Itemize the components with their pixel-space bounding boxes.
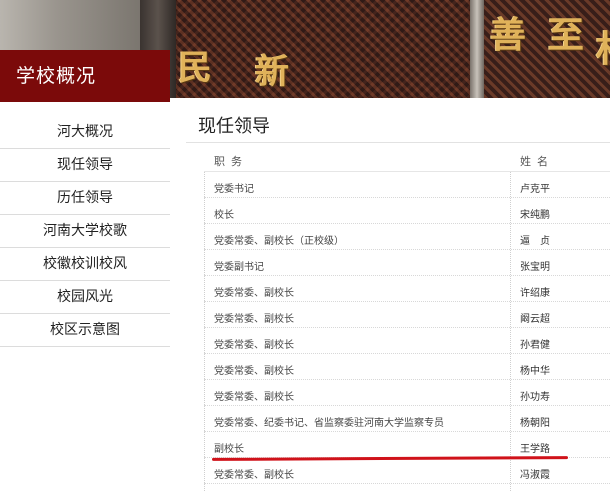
row-position: 党委副书记 (214, 262, 264, 273)
row-position: 党委常委、副校长 (214, 392, 294, 403)
row-position: 党委常委、副校长（正校级） (214, 236, 344, 247)
row-position: 党委常委、副校长 (214, 288, 294, 299)
page-title: 现任领导 (198, 116, 270, 137)
banner-glyph: 民 (178, 48, 212, 88)
column-header-name: 姓名 (520, 155, 554, 168)
row-position: 党委常委、副校长 (214, 366, 294, 377)
row-name: 宋纯鹏 (520, 210, 550, 221)
row-position: 党委书记 (214, 184, 254, 195)
sidebar-nav: 河大概况 现任领导 历任领导 河南大学校歌 校徽校训校风 校园风光 校区示意图 (0, 118, 170, 347)
table-row: 党委常委、副校长 阚云超 (204, 302, 610, 328)
sidebar-item-campus-map[interactable]: 校区示意图 (0, 314, 170, 347)
row-position: 党委常委、副校长 (214, 314, 294, 325)
table-row: 党委副书记 张宝明 (204, 250, 610, 276)
sidebar-item-school-song[interactable]: 河南大学校歌 (0, 215, 170, 248)
table-row: 党委常委、副校长 孙功寿 (204, 380, 610, 406)
sidebar-title: 学校概况 (0, 50, 170, 102)
table-row: 党委常委、副校长 许绍康 (204, 276, 610, 302)
row-name: 张宝明 (520, 262, 550, 273)
table-row: 党委常委、纪委书记、省监察委驻河南大学监察专员 杨朝阳 (204, 406, 610, 432)
title-divider (186, 142, 610, 143)
row-position: 党委常委、副校长 (214, 470, 294, 481)
row-position: 党委常委、纪委书记、省监察委驻河南大学监察专员 (214, 418, 444, 429)
row-name: 阚云超 (520, 314, 550, 325)
banner-glyph: 村 (596, 20, 610, 72)
leaders-table: 党委书记 卢克平 校长 宋纯鹏 党委常委、副校长（正校级）逼 贞 党委副书记 张宝明 … (204, 172, 610, 484)
table-row: 党委常委、副校长（正校级） 逼 贞 (204, 224, 610, 250)
row-name: 逼 贞 (520, 236, 550, 247)
banner-glyph: 新 (255, 52, 289, 92)
column-header-position: 职务 (214, 155, 248, 168)
row-name: 杨朝阳 (520, 418, 550, 429)
table-row: 党委常委、副校长 冯淑霞 (204, 458, 610, 484)
row-name: 许绍康 (520, 288, 550, 299)
banner-glyph: 善 (490, 14, 527, 56)
row-name: 王学路 (520, 444, 550, 455)
sidebar-item-overview[interactable]: 河大概况 (0, 118, 170, 149)
sidebar-item-former-leaders[interactable]: 历任领导 (0, 182, 170, 215)
table-row: 党委常委、副校长 孙君健 (204, 328, 610, 354)
banner-pillar-right (470, 0, 484, 98)
row-position: 党委常委、副校长 (214, 340, 294, 351)
row-name: 杨中华 (520, 366, 550, 377)
row-position: 校长 (214, 210, 234, 221)
table-row: 副校长 王学路 (204, 432, 610, 458)
banner-plaque-left (176, 0, 470, 98)
row-name: 卢克平 (520, 184, 550, 195)
banner-glyph: 至 (548, 14, 585, 56)
row-name: 孙功寿 (520, 392, 550, 403)
table-row: 党委常委、副校长 杨中华 (204, 354, 610, 380)
sidebar-item-campus-scenery[interactable]: 校园风光 (0, 281, 170, 314)
sidebar-item-emblem-motto[interactable]: 校徽校训校风 (0, 248, 170, 281)
sidebar-item-current-leaders[interactable]: 现任领导 (0, 149, 170, 182)
table-row: 校长 宋纯鹏 (204, 198, 610, 224)
table-row: 党委书记 卢克平 (204, 172, 610, 198)
row-name: 孙君健 (520, 340, 550, 351)
row-position: 副校长 (214, 444, 244, 455)
row-name: 冯淑霞 (520, 470, 550, 481)
table-header: 职务 姓名 (204, 146, 610, 172)
